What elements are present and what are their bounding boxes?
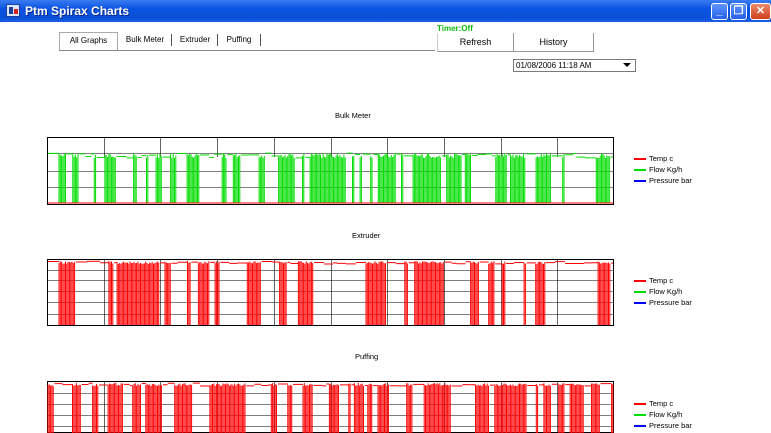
series-trace <box>48 152 613 203</box>
legend-item-flow: Flow Kg/h <box>634 409 692 420</box>
tab-separator <box>260 34 261 46</box>
tab-bulk-meter[interactable]: Bulk Meter <box>119 32 171 49</box>
timer-status: Timer:Off <box>437 24 473 33</box>
legend-label: Flow Kg/h <box>649 410 683 419</box>
legend-label: Flow Kg/h <box>649 287 683 296</box>
chart-extruder <box>47 259 614 326</box>
legend-swatch <box>634 158 646 160</box>
legend-item-temp: Temp c <box>634 153 692 164</box>
minimize-button[interactable]: _ <box>711 3 728 20</box>
date-time-value: 01/08/2006 11:18 AM <box>516 61 592 70</box>
chart-title-bulk-meter: Bulk Meter <box>335 111 371 120</box>
tab-strip: All Graphs Bulk Meter Extruder Puffing <box>59 32 435 51</box>
legend-label: Pressure bar <box>649 298 692 307</box>
legend-swatch <box>634 425 646 427</box>
legend-label: Temp c <box>649 154 674 163</box>
date-time-dropdown[interactable]: 01/08/2006 11:18 AM <box>513 59 636 72</box>
refresh-button[interactable]: Refresh <box>437 33 514 52</box>
title-bar: Ptm Spirax Charts _ ❐ ✕ <box>0 0 771 22</box>
legend-item-pressure: Pressure bar <box>634 420 692 431</box>
legend-swatch <box>634 403 646 405</box>
legend-swatch <box>634 291 646 293</box>
app-icon <box>6 4 20 17</box>
chart-title-puffing: Puffing <box>355 352 379 361</box>
series-trace <box>47 382 614 433</box>
tab-separator <box>171 34 172 46</box>
legend-puffing: Temp c Flow Kg/h Pressure bar <box>634 398 692 431</box>
legend-item-flow: Flow Kg/h <box>634 164 692 175</box>
legend-label: Temp c <box>649 276 674 285</box>
chart-bulk-meter <box>47 137 614 205</box>
tab-puffing[interactable]: Puffing <box>219 32 259 49</box>
legend-swatch <box>634 414 646 416</box>
legend-swatch <box>634 280 646 282</box>
legend-item-flow: Flow Kg/h <box>634 286 692 297</box>
close-icon: ✕ <box>755 5 766 17</box>
close-button[interactable]: ✕ <box>750 3 771 20</box>
legend-item-pressure: Pressure bar <box>634 297 692 308</box>
history-button[interactable]: History <box>514 33 594 52</box>
legend-item-temp: Temp c <box>634 275 692 286</box>
tab-all-graphs[interactable]: All Graphs <box>59 32 118 50</box>
window-title: Ptm Spirax Charts <box>25 4 130 18</box>
legend-item-pressure: Pressure bar <box>634 175 692 186</box>
tab-extruder[interactable]: Extruder <box>173 32 217 49</box>
legend-swatch <box>634 180 646 182</box>
legend-extruder: Temp c Flow Kg/h Pressure bar <box>634 275 692 308</box>
legend-label: Pressure bar <box>649 421 692 430</box>
chart-title-extruder: Extruder <box>352 231 381 240</box>
legend-swatch <box>634 302 646 304</box>
legend-bulk-meter: Temp c Flow Kg/h Pressure bar <box>634 153 692 186</box>
legend-label: Pressure bar <box>649 176 692 185</box>
dropdown-arrow-icon[interactable] <box>623 63 631 67</box>
minimize-icon: _ <box>716 5 723 17</box>
legend-item-temp: Temp c <box>634 398 692 409</box>
maximize-icon: ❐ <box>733 5 744 17</box>
chart-puffing <box>47 381 614 433</box>
tab-separator <box>217 34 218 46</box>
legend-label: Flow Kg/h <box>649 165 683 174</box>
legend-label: Temp c <box>649 399 674 408</box>
legend-swatch <box>634 169 646 171</box>
maximize-button[interactable]: ❐ <box>730 3 747 20</box>
